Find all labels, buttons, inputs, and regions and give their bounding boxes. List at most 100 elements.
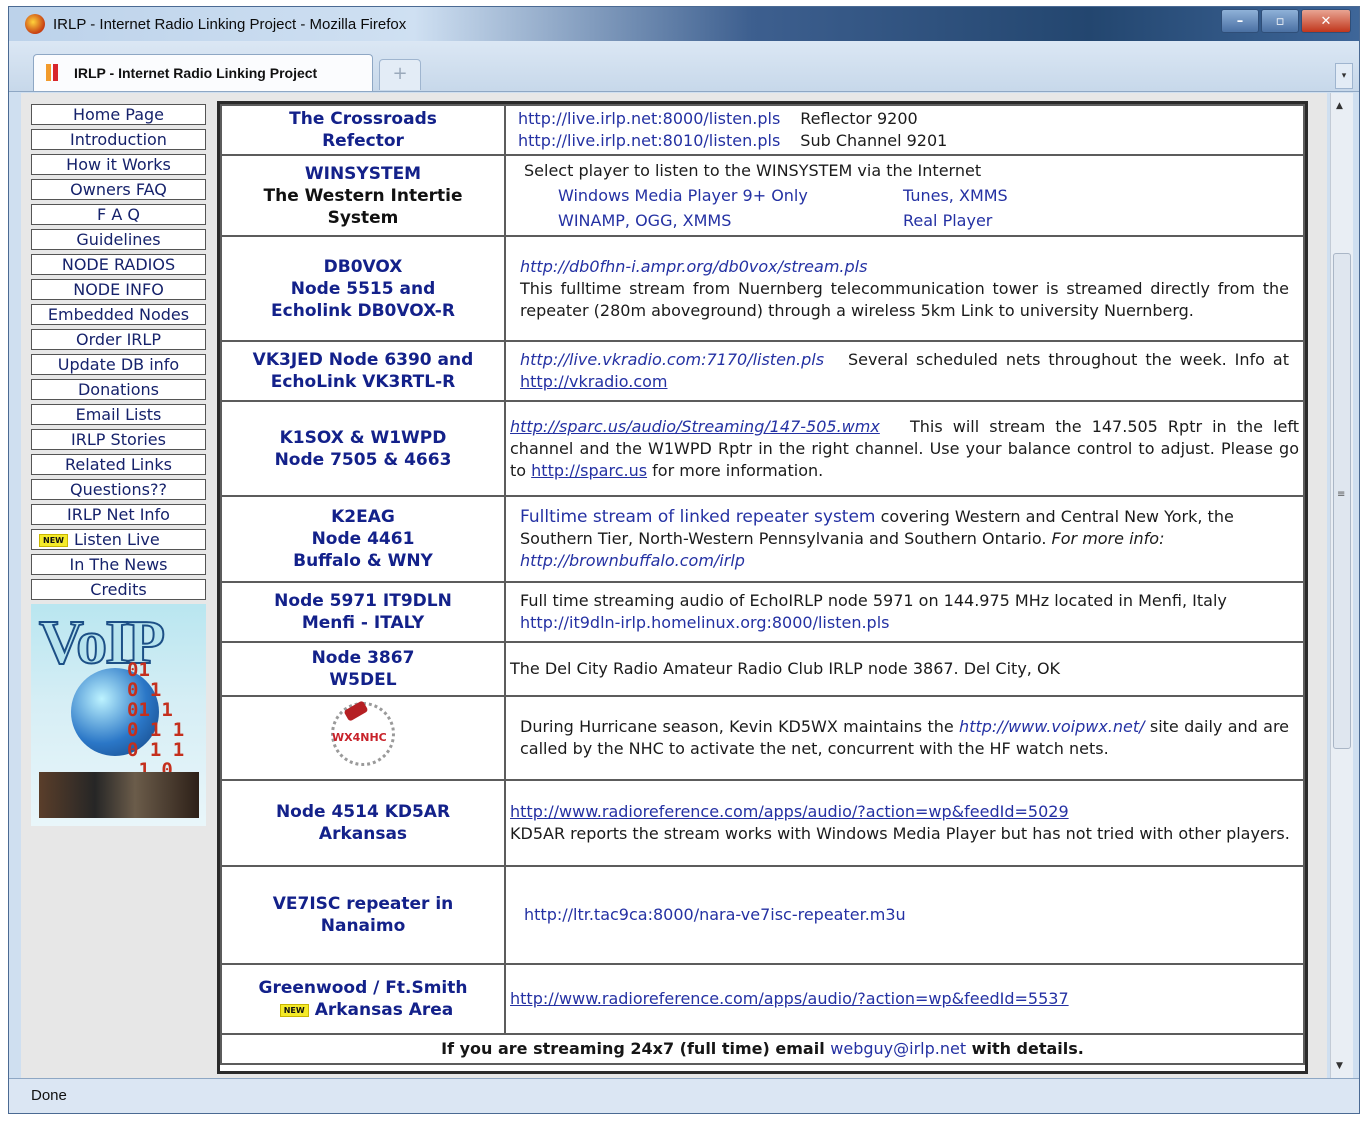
station-name: VK3JED Node 6390 and EchoLink VK3RTL-R [220,340,506,402]
scroll-up-arrow-icon[interactable]: ▲ [1336,101,1343,111]
station-name: Node 3867 W5DEL [220,641,506,697]
sidebar-nav: Home Page Introduction How it Works Owne… [31,104,206,826]
nav-donations[interactable]: Donations [31,379,206,400]
browser-window: IRLP - Internet Radio Linking Project - … [8,6,1360,1114]
stream-link[interactable]: http://ltr.tac9ca:8000/nara-ve7isc-repea… [524,905,906,924]
nav-owners-faq[interactable]: Owners FAQ [31,179,206,200]
table-row: The Crossroads Refector http://live.irlp… [220,104,1305,156]
stream-info: http://live.irlp.net:8000/listen.pls Refl… [504,104,1305,156]
stream-link[interactable]: Fulltime stream of linked repeater syste… [520,507,875,527]
nav-update-db-info[interactable]: Update DB info [31,354,206,375]
window-controls: – ▫ ✕ [1219,9,1351,33]
close-button[interactable]: ✕ [1301,9,1351,33]
stream-link[interactable]: http://it9dln-irlp.homelinux.org:8000/li… [520,613,889,632]
table-row: VK3JED Node 6390 and EchoLink VK3RTL-R h… [220,340,1305,402]
player-link-wmp[interactable]: Windows Media Player 9+ Only [558,183,903,208]
player-link-tunes[interactable]: Tunes, XMMS [903,186,1008,205]
title-bar: IRLP - Internet Radio Linking Project - … [9,7,1359,41]
table-row: WINSYSTEM The Western Intertie System Sel… [220,154,1305,237]
scrollbar-thumb[interactable] [1333,253,1351,749]
streams-panel: The Crossroads Refector http://live.irlp… [217,101,1308,1074]
stream-info: http://www.radioreference.com/apps/audio… [504,963,1305,1035]
nav-home-page[interactable]: Home Page [31,104,206,125]
table-row: Node 3867 W5DEL The Del City Radio Amate… [220,641,1305,697]
scroll-down-arrow-icon[interactable]: ▼ [1336,1061,1343,1071]
stream-link[interactable]: http://www.voipwx.net/ [959,717,1144,736]
stream-info: Select player to listen to the WINSYSTEM… [504,154,1305,237]
photo-strip [39,772,199,818]
table-row: K1SOX & W1WPD Node 7505 & 4663 http://sp… [220,400,1305,497]
nav-in-the-news[interactable]: In The News [31,554,206,575]
nav-how-it-works[interactable]: How it Works [31,154,206,175]
stream-text: This fulltime stream from Nuernberg tele… [520,278,1289,320]
status-text: Done [31,1087,67,1104]
station-name: K1SOX & W1WPD Node 7505 & 4663 [220,400,506,497]
nav-related-links[interactable]: Related Links [31,454,206,475]
stream-link[interactable]: http://www.radioreference.com/apps/audio… [510,989,1069,1008]
nav-listen-live[interactable]: NEW Listen Live [31,529,206,550]
stream-text: KD5AR reports the stream works with Wind… [510,824,1290,843]
player-link-winamp[interactable]: WINAMP, OGG, XMMS [558,208,903,233]
stream-text: The Del City Radio Amateur Radio Club IR… [510,659,1061,678]
new-badge: NEW [279,1004,309,1017]
table-row: Node 5971 IT9DLN Menfi - ITALY Full time… [220,581,1305,643]
stream-info: http://sparc.us/audio/Streaming/147-505.… [504,400,1305,497]
nav-node-info[interactable]: NODE INFO [31,279,206,300]
binary-digits-graphic: 01 0 1 01 1 0 1 1 0 1 1 1 0 [127,659,185,781]
stream-info: Full time streaming audio of EchoIRLP no… [504,581,1305,643]
station-name: Greenwood / Ft.Smith NEW Arkansas Area [220,963,506,1035]
new-badge: NEW [39,534,68,547]
list-all-tabs-button[interactable]: ▾ [1335,63,1353,89]
nav-irlp-stories[interactable]: IRLP Stories [31,429,206,450]
info-link[interactable]: http://brownbuffalo.com/irlp [520,551,745,570]
station-name: Node 5971 IT9DLN Menfi - ITALY [220,581,506,643]
wx4nhc-logo: WX4NHC [328,699,398,771]
nav-email-lists[interactable]: Email Lists [31,404,206,425]
stream-info: http://db0fhn-i.ampr.org/db0vox/stream.p… [504,235,1305,342]
stream-link[interactable]: http://live.vkradio.com:7170/listen.pls [520,350,824,369]
stream-info: The Del City Radio Amateur Radio Club IR… [504,641,1305,697]
wx4nhc-logo-text: WX4NHC [332,731,387,744]
nav-introduction[interactable]: Introduction [31,129,206,150]
nav-questions[interactable]: Questions?? [31,479,206,500]
nav-faq[interactable]: F A Q [31,204,206,225]
maximize-button[interactable]: ▫ [1261,9,1299,33]
info-link[interactable]: http://vkradio.com [520,372,668,391]
stream-link[interactable]: http://live.irlp.net:8010/listen.pls [518,131,780,150]
irlp-favicon-icon [46,64,62,81]
more-info-label: For more info: [1051,529,1165,548]
stream-info: http://live.vkradio.com:7170/listen.pls … [504,340,1305,402]
email-link[interactable]: webguy@irlp.net [830,1039,966,1058]
stream-link[interactable]: http://live.irlp.net:8000/listen.pls [518,109,780,128]
nav-guidelines[interactable]: Guidelines [31,229,206,250]
stream-link[interactable]: http://db0fhn-i.ampr.org/db0vox/stream.p… [520,256,1289,278]
table-row: WX4NHC During Hurricane season, Kevin KD… [220,695,1305,781]
page-viewport: Home Page Introduction How it Works Owne… [21,93,1327,1079]
nav-node-radios[interactable]: NODE RADIOS [31,254,206,275]
stream-link[interactable]: http://www.radioreference.com/apps/audio… [510,801,1295,823]
stream-info: http://www.radioreference.com/apps/audio… [504,779,1305,867]
station-logo-cell: WX4NHC [220,695,506,781]
player-link-real[interactable]: Real Player [903,211,992,230]
vertical-scrollbar[interactable]: ▲ ≡ ▼ [1330,93,1353,1079]
nav-order-irlp[interactable]: Order IRLP [31,329,206,350]
new-tab-button[interactable]: + [379,59,421,90]
minimize-button[interactable]: – [1221,9,1259,33]
stream-intro: Select player to listen to the WINSYSTEM… [524,161,982,180]
nav-embedded-nodes[interactable]: Embedded Nodes [31,304,206,325]
nav-listen-live-label: Listen Live [73,530,160,549]
table-row: DB0VOX Node 5515 and Echolink DB0VOX-R h… [220,235,1305,342]
stream-description: Sub Channel 9201 [800,131,948,150]
info-link[interactable]: http://sparc.us [531,461,647,480]
stream-text: Several scheduled nets throughout the we… [847,350,1289,369]
nav-irlp-net-info[interactable]: IRLP Net Info [31,504,206,525]
stream-description: Reflector 9200 [800,109,918,128]
stream-link[interactable]: http://sparc.us/audio/Streaming/147-505.… [510,417,880,436]
station-name: Node 4514 KD5AR Arkansas [220,779,506,867]
window-title: IRLP - Internet Radio Linking Project - … [53,16,407,33]
station-name: VE7ISC repeater in Nanaimo [220,865,506,965]
stream-text-end: for more information. [652,460,824,480]
table-row: K2EAG Node 4461 Buffalo & WNY Fulltime s… [220,495,1305,583]
nav-credits[interactable]: Credits [31,579,206,600]
tab-irlp[interactable]: IRLP - Internet Radio Linking Project [33,54,373,91]
